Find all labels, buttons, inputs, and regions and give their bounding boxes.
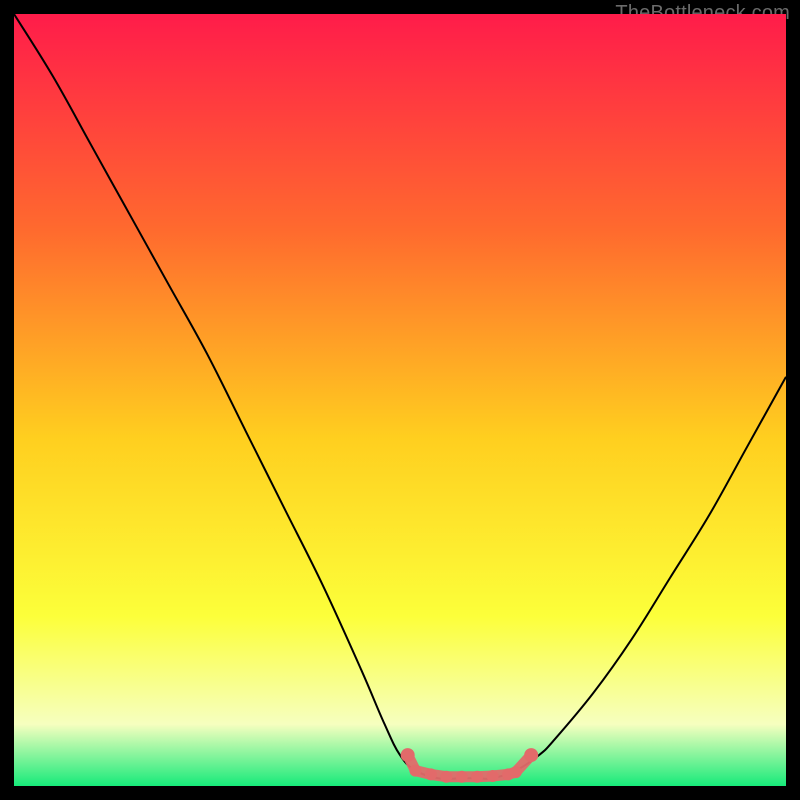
marker-dot xyxy=(409,765,421,777)
chart-stage: TheBottleneck.com xyxy=(0,0,800,800)
marker-dot xyxy=(456,771,468,783)
marker-dot xyxy=(471,771,483,783)
gradient-background xyxy=(14,14,786,786)
marker-dot xyxy=(487,770,499,782)
marker-dot xyxy=(401,748,415,762)
bottleneck-chart xyxy=(14,14,786,786)
marker-dot xyxy=(425,768,437,780)
chart-svg xyxy=(14,14,786,786)
marker-dot xyxy=(440,771,452,783)
marker-dot xyxy=(510,766,522,778)
marker-dot xyxy=(524,748,538,762)
